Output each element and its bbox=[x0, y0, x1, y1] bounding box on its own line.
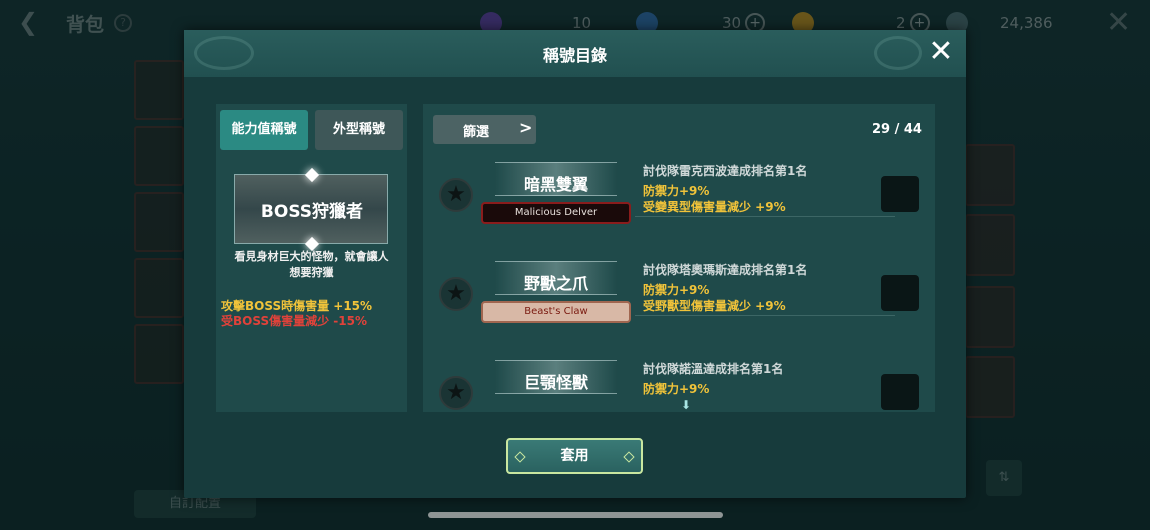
favorite-star-icon[interactable]: ★ bbox=[439, 376, 473, 410]
title-effect: 防禦力+9% bbox=[643, 382, 710, 396]
equip-checkbox[interactable] bbox=[881, 275, 919, 311]
title-effect: 防禦力+9% bbox=[643, 283, 710, 297]
apply-button[interactable]: 套用 bbox=[506, 438, 643, 474]
description-line: 想要狩獵 bbox=[289, 266, 334, 279]
selected-title-panel: 能力值稱號 外型稱號 BOSS狩獵者 看見身材巨大的怪物，就會讓人 想要狩獵 攻… bbox=[216, 104, 407, 412]
selected-title-name: BOSS狩獵者 bbox=[260, 202, 364, 222]
title-name: 巨顎怪獸 bbox=[523, 373, 588, 392]
title-name-plate: 暗黑雙翼 bbox=[495, 162, 617, 196]
row-divider bbox=[635, 216, 895, 217]
title-badge: Beast's Claw bbox=[481, 301, 631, 323]
tab-appearance-titles[interactable]: 外型稱號 bbox=[315, 110, 403, 150]
selected-title-description: 看見身材巨大的怪物，就會讓人 想要狩獵 bbox=[222, 249, 401, 281]
title-effect: 受變異型傷害量減少 +9% bbox=[643, 200, 786, 214]
title-effect: 受野獸型傷害量減少 +9% bbox=[643, 299, 786, 313]
title-name: 暗黑雙翼 bbox=[523, 175, 588, 194]
row-divider bbox=[635, 315, 895, 316]
title-name-plate: 野獸之爪 bbox=[495, 261, 617, 295]
title-name-plate: 巨顎怪獸 bbox=[495, 360, 617, 394]
title-row[interactable]: ★ 暗黑雙翼 Malicious Delver 討伐隊雷克西波達成排名第1名 防… bbox=[435, 156, 921, 240]
title-effect: 防禦力+9% bbox=[643, 184, 710, 198]
filter-label: 篩選 bbox=[463, 125, 490, 140]
diamond-ornament-icon bbox=[623, 451, 635, 463]
diamond-ornament-icon bbox=[514, 451, 526, 463]
dialog-title: 稱號目錄 bbox=[542, 46, 607, 65]
equip-checkbox[interactable] bbox=[881, 374, 919, 410]
title-row[interactable]: ★ 巨顎怪獸 討伐隊諾溫達成排名第1名 防禦力+9% bbox=[435, 354, 921, 412]
favorite-star-icon[interactable]: ★ bbox=[439, 277, 473, 311]
dialog-header: 稱號目錄 ✕ bbox=[184, 30, 966, 77]
selected-title-effect: 受BOSS傷害量減少 -15% bbox=[221, 314, 367, 328]
title-catalog-dialog: 稱號目錄 ✕ 能力值稱號 外型稱號 BOSS狩獵者 看見身材巨大的怪物，就會讓人… bbox=[184, 30, 966, 498]
title-requirement: 討伐隊塔奧瑪斯達成排名第1名 bbox=[643, 263, 808, 277]
equip-checkbox[interactable] bbox=[881, 176, 919, 212]
title-list-panel: 篩選 > 29 / 44 ★ 暗黑雙翼 Malicious Delver 討伐隊… bbox=[423, 104, 935, 412]
sparkle-icon bbox=[304, 167, 320, 183]
title-requirement: 討伐隊雷克西波達成排名第1名 bbox=[643, 164, 808, 178]
title-count: 29 / 44 bbox=[872, 122, 922, 137]
filter-button[interactable]: 篩選 > bbox=[433, 115, 536, 144]
title-row[interactable]: ★ 野獸之爪 Beast's Claw 討伐隊塔奧瑪斯達成排名第1名 防禦力+9… bbox=[435, 255, 921, 339]
close-icon[interactable]: ✕ bbox=[927, 37, 955, 67]
title-badge: Malicious Delver bbox=[481, 202, 631, 224]
apply-label: 套用 bbox=[560, 448, 589, 464]
favorite-star-icon[interactable]: ★ bbox=[439, 178, 473, 212]
chevron-right-icon: > bbox=[519, 118, 533, 137]
scroll-down-icon[interactable]: ⬇ bbox=[681, 398, 691, 412]
tab-stat-titles[interactable]: 能力值稱號 bbox=[220, 110, 308, 150]
title-requirement: 討伐隊諾溫達成排名第1名 bbox=[643, 362, 784, 376]
description-line: 看見身材巨大的怪物，就會讓人 bbox=[234, 250, 389, 263]
selected-title-plate: BOSS狩獵者 bbox=[234, 167, 388, 252]
title-name: 野獸之爪 bbox=[523, 274, 588, 293]
